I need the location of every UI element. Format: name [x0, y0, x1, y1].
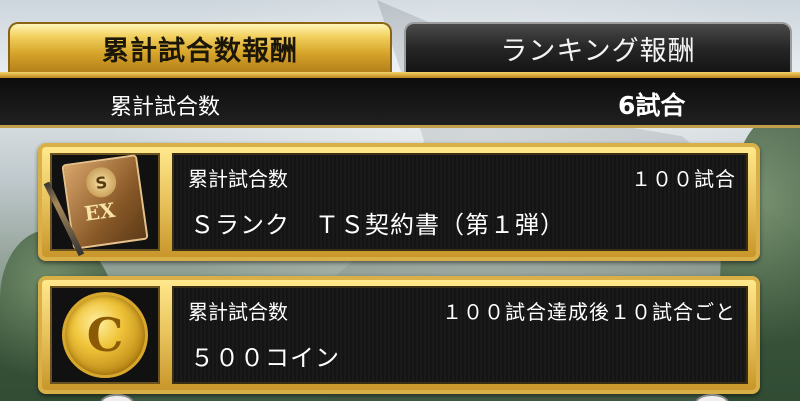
reward-screen: 累計試合数報酬 ランキング報酬 累計試合数 6試合 S EX 累計試合数 １００…: [0, 0, 800, 401]
tab-cumulative-matches-reward[interactable]: 累計試合数報酬: [8, 22, 392, 72]
summary-label: 累計試合数: [110, 95, 221, 120]
reward-card[interactable]: C 累計試合数 １００試合達成後１０試合ごと ５００コイン: [38, 276, 760, 394]
coin-icon: C: [62, 292, 148, 378]
reward-icon-frame: C: [50, 286, 160, 384]
coin-mark: C: [86, 308, 124, 362]
match-count-summary-bar: 累計試合数 6試合: [0, 78, 800, 128]
tab-ranking-reward[interactable]: ランキング報酬: [404, 22, 792, 72]
pen-icon: [43, 181, 85, 257]
reward-card[interactable]: S EX 累計試合数 １００試合 Ｓランク ＴＳ契約書（第１弾）: [38, 143, 760, 261]
reward-info-panel: 累計試合数 １００試合 Ｓランク ＴＳ契約書（第１弾）: [172, 153, 748, 251]
reward-info-panel: 累計試合数 １００試合達成後１０試合ごと ５００コイン: [172, 286, 748, 384]
reward-name: Ｓランク ＴＳ契約書（第１弾）: [190, 211, 565, 239]
rank-seal: S: [84, 165, 119, 200]
summary-value: 6試合: [618, 91, 686, 120]
reward-icon-frame: S EX: [43, 153, 160, 257]
contract-document-icon: S EX: [43, 154, 149, 257]
reward-criteria-label: 累計試合数: [188, 300, 288, 324]
reward-name: ５００コイン: [190, 344, 340, 372]
ex-mark: EX: [82, 197, 117, 226]
reward-condition: １００試合: [631, 167, 736, 191]
reward-criteria-label: 累計試合数: [188, 167, 288, 191]
reward-condition: １００試合達成後１０試合ごと: [442, 300, 736, 324]
